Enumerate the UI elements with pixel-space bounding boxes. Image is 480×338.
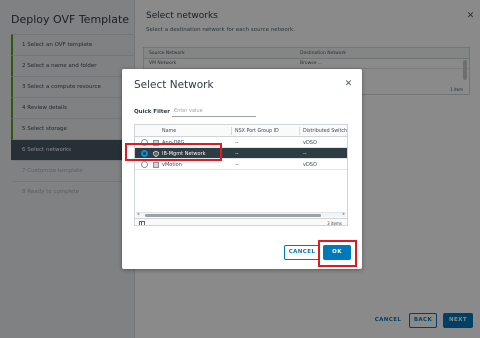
- table-row-selected[interactable]: IB-Mgmt Network -- --: [135, 148, 347, 159]
- column-header-nsx[interactable]: NSX Port Group ID: [235, 129, 279, 134]
- row-radio-selected[interactable]: [141, 150, 148, 157]
- table-row[interactable]: vMotion -- vDSO: [135, 159, 347, 170]
- network-grid: Name NSX Port Group ID Distributed Switc…: [134, 124, 348, 226]
- dialog-title: Select Network: [134, 79, 214, 91]
- network-name-cell: App-DPG: [162, 140, 185, 146]
- column-header-switch[interactable]: Distributed Switch: [303, 129, 347, 134]
- dialog-cancel-button[interactable]: CANCEL: [284, 245, 320, 260]
- quick-filter-input[interactable]: [172, 106, 256, 117]
- nsx-port-group-cell: --: [235, 140, 239, 146]
- network-name-cell: IB-Mgmt Network: [162, 151, 206, 157]
- dialog-ok-button[interactable]: OK: [323, 245, 351, 260]
- nsx-port-group-cell: --: [235, 151, 239, 157]
- column-header-name[interactable]: Name: [162, 129, 176, 134]
- network-icon: [153, 150, 159, 157]
- column-divider: [231, 127, 232, 135]
- distributed-switch-cell: vDSO: [303, 162, 317, 168]
- distributed-switch-cell: vDSO: [303, 140, 317, 146]
- select-network-dialog: Select Network ✕ Quick Filter Name NSX P…: [122, 69, 362, 269]
- grid-header: Name NSX Port Group ID Distributed Switc…: [135, 125, 347, 137]
- row-radio[interactable]: [141, 161, 148, 168]
- quick-filter-label: Quick Filter: [134, 109, 170, 115]
- network-icon: [153, 161, 159, 168]
- row-radio[interactable]: [141, 139, 148, 146]
- table-row[interactable]: App-DPG -- vDSO: [135, 137, 347, 148]
- column-divider: [299, 127, 300, 135]
- scroll-right-icon[interactable]: ▸: [343, 212, 345, 217]
- dialog-close-icon[interactable]: ✕: [344, 80, 353, 89]
- grid-footer: 3 items: [135, 218, 347, 226]
- distributed-switch-cell: --: [303, 151, 307, 157]
- column-toggle-icon[interactable]: [139, 220, 145, 225]
- nsx-port-group-cell: --: [235, 162, 239, 168]
- horizontal-scrollbar[interactable]: ◂ ▸: [136, 212, 346, 217]
- network-icon: [153, 139, 159, 146]
- scrollbar-thumb[interactable]: [145, 214, 321, 217]
- network-name-cell: vMotion: [162, 162, 182, 168]
- scroll-left-icon[interactable]: ◂: [137, 212, 139, 217]
- items-count: 3 items: [327, 221, 342, 226]
